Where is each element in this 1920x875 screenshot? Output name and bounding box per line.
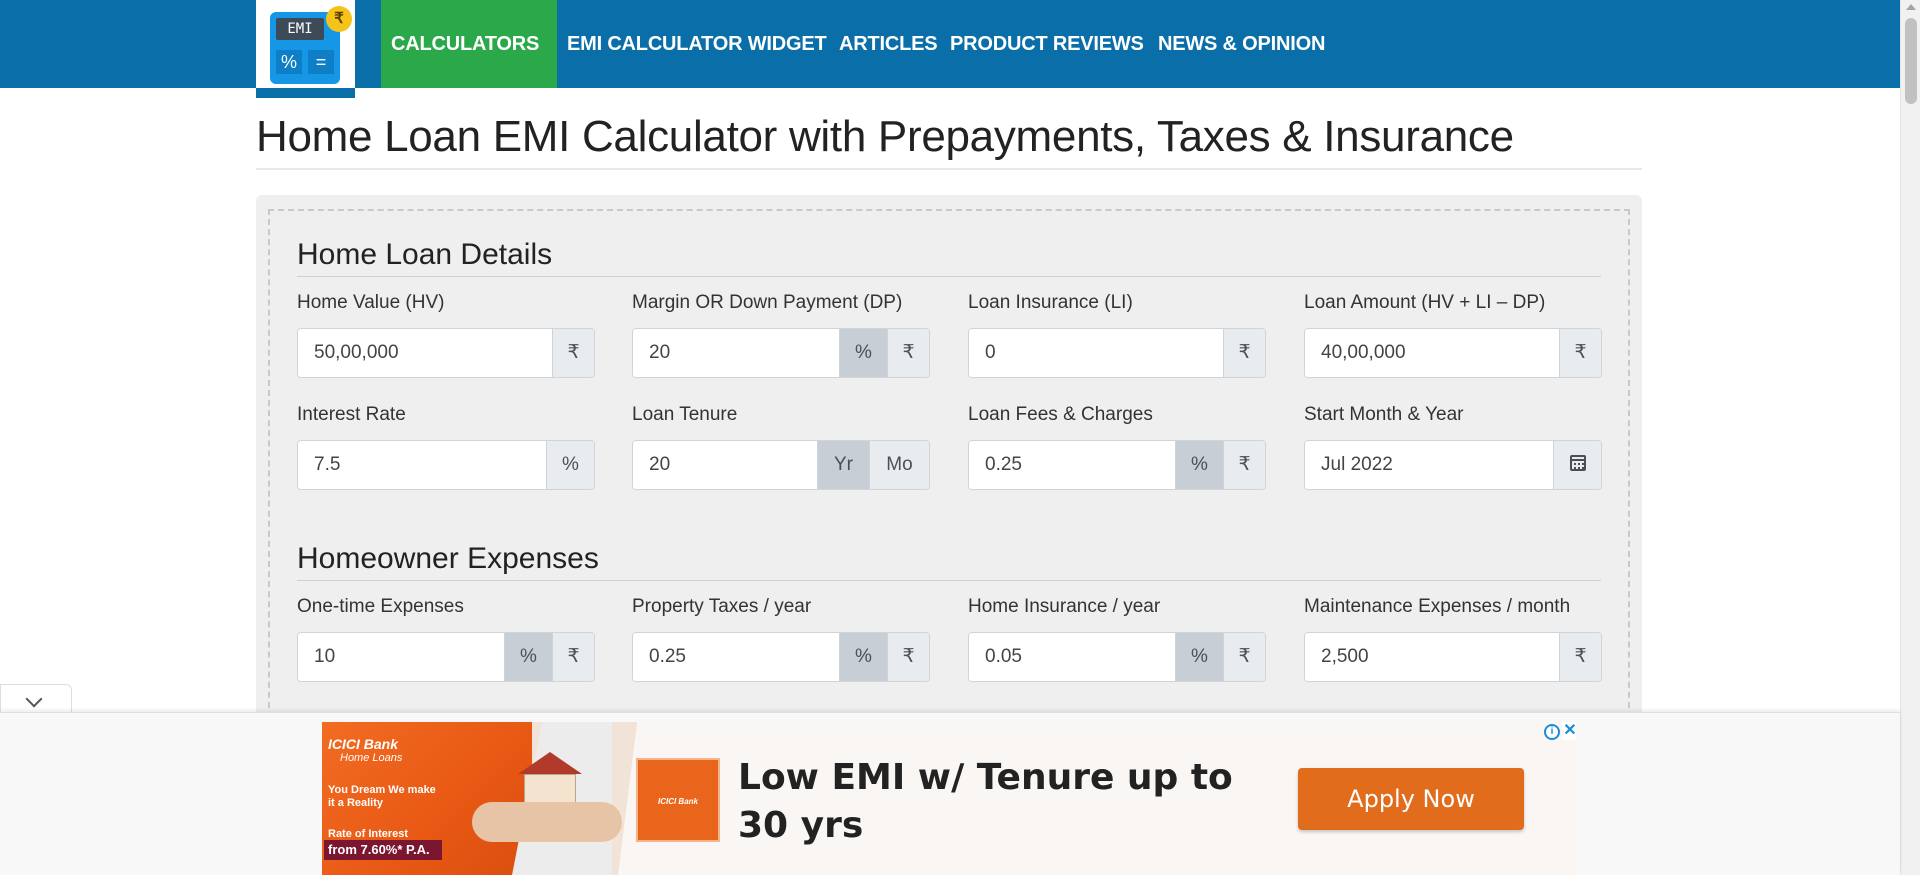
nav-emi-widget[interactable]: EMI CALCULATOR WIDGET xyxy=(567,0,827,88)
advertisement-banner[interactable]: ICICI Bank Home Loans You Dream We make … xyxy=(322,722,1576,875)
loan-insurance-label: Loan Insurance (LI) xyxy=(968,292,1133,313)
down-payment-percent-toggle[interactable]: % xyxy=(839,329,887,377)
logo-equals-key: = xyxy=(308,50,334,74)
loan-tenure-input[interactable]: 20 xyxy=(633,441,817,489)
home-value-field[interactable]: 50,00,000 ₹ xyxy=(297,328,595,378)
loan-insurance-input[interactable]: 0 xyxy=(969,329,1223,377)
ad-bank-name: ICICI Bank xyxy=(328,736,399,752)
loan-amount-input[interactable]: 40,00,000 xyxy=(1305,329,1559,377)
home-value-label: Home Value (HV) xyxy=(297,292,445,313)
property-taxes-label: Property Taxes / year xyxy=(632,596,812,617)
loan-tenure-year-toggle[interactable]: Yr xyxy=(817,441,869,489)
house-roof-icon xyxy=(518,752,582,774)
site-logo[interactable]: EMI % = ₹ xyxy=(256,0,355,98)
maintenance-expenses-label: Maintenance Expenses / month xyxy=(1304,596,1571,617)
loan-tenure-field[interactable]: 20 Yr Mo xyxy=(632,440,930,490)
loan-fees-percent-toggle[interactable]: % xyxy=(1175,441,1223,489)
one-time-expenses-label: One-time Expenses xyxy=(297,596,464,617)
home-value-rupee-addon: ₹ xyxy=(552,329,594,377)
loan-amount-label: Loan Amount (HV + LI – DP) xyxy=(1304,292,1546,313)
loan-tenure-month-toggle[interactable]: Mo xyxy=(869,441,929,489)
interest-rate-percent-addon: % xyxy=(546,441,594,489)
chevron-down-icon xyxy=(25,690,43,708)
down-payment-rupee-toggle[interactable]: ₹ xyxy=(887,329,929,377)
ad-rate-value: from 7.60%* P.A. xyxy=(324,840,442,860)
ad-tagline: You Dream We make it a Reality xyxy=(328,784,436,809)
home-insurance-rupee-toggle[interactable]: ₹ xyxy=(1223,633,1265,681)
loan-fees-rupee-toggle[interactable]: ₹ xyxy=(1223,441,1265,489)
scroll-up-arrow-icon[interactable] xyxy=(1906,4,1916,10)
hand-image xyxy=(472,802,622,842)
nav-calculators-dropdown[interactable]: CALCULATORS xyxy=(381,0,557,134)
property-taxes-rupee-toggle[interactable]: ₹ xyxy=(887,633,929,681)
rupee-coin-icon: ₹ xyxy=(326,6,352,32)
ad-collapse-tab[interactable] xyxy=(0,684,72,714)
ad-headline: Low EMI w/ Tenure up to 30 yrs xyxy=(738,757,1233,846)
scroll-thumb[interactable] xyxy=(1905,18,1917,104)
ad-logo: ICICI Bank xyxy=(636,758,720,842)
down-payment-label: Margin OR Down Payment (DP) xyxy=(632,292,903,313)
loan-fees-label: Loan Fees & Charges xyxy=(968,404,1153,425)
down-payment-input[interactable]: 20 xyxy=(633,329,839,377)
logo-screen-text: EMI xyxy=(276,18,324,40)
start-month-field[interactable]: Jul 2022 xyxy=(1304,440,1602,490)
one-time-rupee-toggle[interactable]: ₹ xyxy=(552,633,594,681)
home-insurance-percent-toggle[interactable]: % xyxy=(1175,633,1223,681)
property-taxes-input[interactable]: 0.25 xyxy=(633,633,839,681)
ad-bank-subtitle: Home Loans xyxy=(340,752,403,764)
home-insurance-input[interactable]: 0.05 xyxy=(969,633,1175,681)
property-taxes-percent-toggle[interactable]: % xyxy=(839,633,887,681)
calendar-picker-button[interactable] xyxy=(1553,441,1601,489)
interest-rate-label: Interest Rate xyxy=(297,404,406,425)
maintenance-rupee-addon: ₹ xyxy=(1559,633,1601,681)
section-title-loan-details: Home Loan Details xyxy=(297,238,1601,277)
ad-close-icon[interactable]: ✕ xyxy=(1562,722,1576,740)
ad-rate-label: Rate of Interest xyxy=(328,828,409,840)
loan-fees-input[interactable]: 0.25 xyxy=(969,441,1175,489)
page-scrollbar[interactable] xyxy=(1900,0,1920,875)
loan-insurance-field[interactable]: 0 ₹ xyxy=(968,328,1266,378)
ad-info-icon[interactable]: i xyxy=(1544,724,1560,740)
home-insurance-label: Home Insurance / year xyxy=(968,596,1161,617)
one-time-percent-toggle[interactable]: % xyxy=(504,633,552,681)
nav-articles[interactable]: ARTICLES xyxy=(839,0,938,88)
loan-insurance-rupee-addon: ₹ xyxy=(1223,329,1265,377)
logo-percent-key: % xyxy=(276,50,302,74)
page-title: Home Loan EMI Calculator with Prepayment… xyxy=(256,112,1642,170)
nav-news-opinion[interactable]: NEWS & OPINION xyxy=(1158,0,1325,88)
section-title-homeowner-expenses: Homeowner Expenses xyxy=(297,542,1601,581)
nav-calculators-label: CALCULATORS xyxy=(391,33,540,55)
down-payment-field[interactable]: 20 % ₹ xyxy=(632,328,930,378)
interest-rate-input[interactable]: 7.5 xyxy=(298,441,546,489)
one-time-expenses-input[interactable]: 10 xyxy=(298,633,504,681)
top-navbar: EMI % = ₹ CALCULATORS EMI CALCULATOR WID… xyxy=(0,0,1900,134)
loan-amount-field[interactable]: 40,00,000 ₹ xyxy=(1304,328,1602,378)
home-value-input[interactable]: 50,00,000 xyxy=(298,329,552,377)
property-taxes-field[interactable]: 0.25 % ₹ xyxy=(632,632,930,682)
ad-left-panel: ICICI Bank Home Loans You Dream We make … xyxy=(322,722,532,875)
nav-product-reviews[interactable]: PRODUCT REVIEWS xyxy=(950,0,1144,88)
apply-now-button[interactable]: Apply Now xyxy=(1298,768,1524,830)
one-time-expenses-field[interactable]: 10 % ₹ xyxy=(297,632,595,682)
home-insurance-field[interactable]: 0.05 % ₹ xyxy=(968,632,1266,682)
maintenance-expenses-input[interactable]: 2,500 xyxy=(1305,633,1559,681)
loan-tenure-label: Loan Tenure xyxy=(632,404,738,425)
loan-amount-rupee-addon: ₹ xyxy=(1559,329,1601,377)
calendar-icon xyxy=(1569,455,1586,472)
start-month-input[interactable]: Jul 2022 xyxy=(1305,441,1553,489)
start-month-label: Start Month & Year xyxy=(1304,404,1464,425)
maintenance-expenses-field[interactable]: 2,500 ₹ xyxy=(1304,632,1602,682)
interest-rate-field[interactable]: 7.5 % xyxy=(297,440,595,490)
loan-fees-field[interactable]: 0.25 % ₹ xyxy=(968,440,1266,490)
